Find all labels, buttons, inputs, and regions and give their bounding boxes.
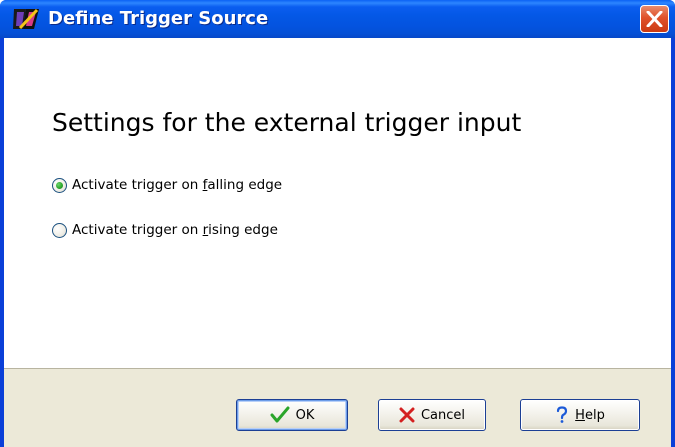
close-button[interactable] xyxy=(640,5,669,33)
window-title: Define Trigger Source xyxy=(48,8,269,29)
question-mark-icon xyxy=(555,406,569,424)
dialog-window: Define Trigger Source Settings for the e… xyxy=(0,0,675,447)
checkmark-icon xyxy=(270,406,290,424)
button-bar: OK Cancel Help xyxy=(4,368,671,447)
settings-panel: Settings for the external trigger input … xyxy=(4,38,671,368)
page-title: Settings for the external trigger input xyxy=(52,108,522,137)
radio-button-unselected[interactable] xyxy=(52,222,67,238)
ok-button[interactable]: OK xyxy=(236,399,348,431)
radio-label-falling-edge[interactable]: Activate trigger on falling edge xyxy=(72,177,282,193)
radio-button-selected[interactable] xyxy=(52,177,67,193)
cancel-button[interactable]: Cancel xyxy=(378,399,486,431)
help-label: Help xyxy=(575,407,605,423)
radio-falling-edge[interactable]: Activate trigger on falling edge xyxy=(52,174,282,196)
app-logo-icon xyxy=(12,6,40,32)
close-icon xyxy=(646,11,663,27)
cancel-label: Cancel xyxy=(420,407,466,423)
ok-label: OK xyxy=(295,407,315,423)
title-bar[interactable]: Define Trigger Source xyxy=(0,0,675,38)
dialog-client: Settings for the external trigger input … xyxy=(4,38,671,447)
help-button[interactable]: Help xyxy=(520,399,640,431)
radio-rising-edge[interactable]: Activate trigger on rising edge xyxy=(52,219,278,241)
radio-label-rising-edge[interactable]: Activate trigger on rising edge xyxy=(72,222,278,238)
x-icon xyxy=(399,407,415,423)
